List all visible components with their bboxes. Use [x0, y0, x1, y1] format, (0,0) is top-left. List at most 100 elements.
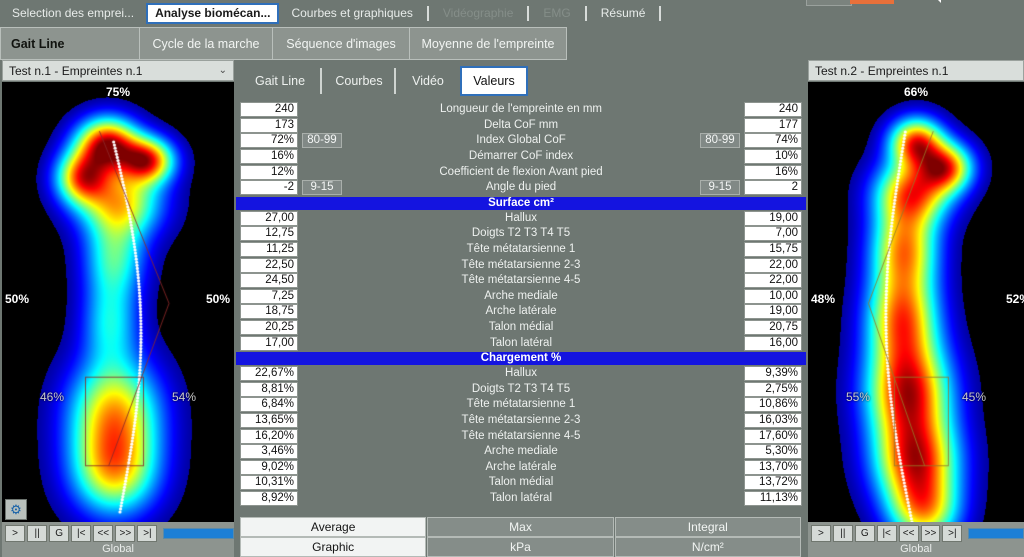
top-tab-bar: Selection des emprei... Analyse biomécan.… [0, 0, 1024, 26]
left-rewind-button[interactable]: << [93, 525, 114, 542]
left-value-doigts-t2-t3-t4-t5[interactable]: 8,81% [240, 381, 298, 397]
right-pause-button[interactable]: || [832, 525, 853, 542]
left-pause-button[interactable]: || [27, 525, 48, 542]
table-row: 22,67% Hallux 9,39% [236, 366, 806, 382]
top-tab-analyse-biom-can[interactable]: Analyse biomécan... [146, 2, 280, 24]
right-pressure-map[interactable]: 66% 48% 52% 55% 45% 34% [808, 82, 1024, 557]
bottom-button-n-cm[interactable]: N/cm² [614, 537, 801, 557]
left-play-button[interactable]: > [5, 525, 26, 542]
gait-analysis-window: Selection des emprei... Analyse biomécan.… [0, 0, 1024, 557]
left-value-tete-metatarsienne-4-5[interactable]: 16,20% [240, 428, 298, 444]
left-value-talon-medial[interactable]: 10,31% [240, 475, 298, 491]
right-last-button[interactable]: >| [942, 525, 963, 542]
left-pct-mid-left: 50% [5, 292, 30, 306]
right-value-doigts-t2-t3-t4-t5[interactable]: 2,75% [744, 381, 802, 397]
right-value-talon-medial[interactable]: 20,75 [744, 320, 802, 336]
center-tab-gait-line[interactable]: Gait Line [244, 66, 316, 96]
right-value-angle-du-pied[interactable]: 2 [744, 180, 802, 196]
sub-tab-moyenne-de-l-empreinte[interactable]: Moyenne de l'empreinte [409, 27, 567, 60]
table-row: 12% Coefficient de flexion Avant pied 16% [236, 164, 806, 180]
left-value-talon-medial[interactable]: 20,25 [240, 320, 298, 336]
top-tab-r-sum[interactable]: Résumé [593, 3, 654, 24]
right-rewind-button[interactable]: << [898, 525, 919, 542]
left-pressure-map[interactable]: 75% 50% 50% 46% 54% 25% [2, 82, 234, 557]
left-value-arche-laterale[interactable]: 9,02% [240, 459, 298, 475]
right-value-tete-metatarsienne-1[interactable]: 10,86% [744, 397, 802, 413]
left-last-button[interactable]: >| [137, 525, 158, 542]
gear-icon[interactable]: ⚙ [5, 499, 27, 520]
left-value-doigts-t2-t3-t4-t5[interactable]: 12,75 [240, 226, 298, 242]
right-value-talon-lateral[interactable]: 11,13% [744, 490, 802, 506]
right-play-button[interactable]: > [811, 525, 831, 542]
left-value-talon-lateral[interactable]: 8,92% [240, 490, 298, 506]
left-value-tete-metatarsienne-1[interactable]: 6,84% [240, 397, 298, 413]
left-first-button[interactable]: |< [71, 525, 92, 542]
left-value-delta-cof-mm[interactable]: 173 [240, 117, 298, 133]
left-value-arche-mediale[interactable]: 3,46% [240, 444, 298, 460]
bottom-button-average[interactable]: Average [240, 517, 427, 537]
left-value-hallux[interactable]: 22,67% [240, 366, 298, 382]
section-header-chargement: Chargement % [236, 351, 806, 365]
right-value-arche-laterale[interactable]: 13,70% [744, 459, 802, 475]
right-value-delta-cof-mm[interactable]: 177 [744, 117, 802, 133]
left-forward-button[interactable]: >> [115, 525, 136, 542]
right-value-tete-metatarsienne-4-5[interactable]: 22,00 [744, 273, 802, 289]
bottom-button-max[interactable]: Max [427, 517, 614, 537]
center-tab-valeurs[interactable]: Valeurs [460, 66, 528, 96]
right-value-tete-metatarsienne-2-3[interactable]: 16,03% [744, 412, 802, 428]
bottom-button-graphic[interactable]: Graphic [240, 537, 427, 557]
toolbar-orange-button[interactable] [850, 0, 894, 4]
left-value-talon-lateral[interactable]: 17,00 [240, 335, 298, 351]
left-value-tete-metatarsienne-2-3[interactable]: 13,65% [240, 412, 298, 428]
top-tab-emg: EMG [543, 5, 571, 20]
right-value-coefficient-de-flexion-avant-pied[interactable]: 16% [744, 164, 802, 180]
right-value-talon-medial[interactable]: 13,72% [744, 475, 802, 491]
left-value-index-global-cof[interactable]: 72% [240, 133, 298, 149]
left-playback-controls: ⚙ > || G |< << >> >| Global [2, 499, 235, 557]
toolbar-gray-button[interactable] [806, 0, 852, 6]
left-test-selector[interactable]: Test n.1 - Empreintes n.1 ⌄ [2, 60, 234, 81]
right-value-doigts-t2-t3-t4-t5[interactable]: 7,00 [744, 226, 802, 242]
left-value-longueur-de-l-empreinte-en-mm[interactable]: 240 [240, 102, 298, 118]
center-tab-courbes[interactable]: Courbes [326, 66, 392, 96]
right-value-arche-mediale[interactable]: 5,30% [744, 444, 802, 460]
left-value-arche-laterale[interactable]: 18,75 [240, 304, 298, 320]
center-tab-video[interactable]: Vidéo [400, 66, 456, 96]
left-value-hallux[interactable]: 27,00 [240, 210, 298, 226]
sub-tab-sequence-d-images[interactable]: Séquence d'images [272, 27, 410, 60]
sub-tab-cycle-de-la-marche[interactable]: Cycle de la marche [139, 27, 273, 60]
left-value-demarrer-cof-index[interactable]: 16% [240, 149, 298, 165]
left-progress-bar[interactable] [163, 528, 235, 539]
row-label-talon-medial: Talon médial [488, 476, 554, 489]
left-value-tete-metatarsienne-2-3[interactable]: 22,50 [240, 257, 298, 273]
right-value-demarrer-cof-index[interactable]: 10% [744, 149, 802, 165]
bottom-button-kpa[interactable]: kPa [427, 537, 614, 557]
right-first-button[interactable]: |< [876, 525, 897, 542]
right-value-tete-metatarsienne-1[interactable]: 15,75 [744, 242, 802, 258]
right-test-selector[interactable]: Test n.2 - Empreintes n.1 [808, 60, 1024, 81]
top-tab-courbes-et-graphiques[interactable]: Courbes et graphiques [283, 3, 420, 24]
right-value-arche-mediale[interactable]: 10,00 [744, 288, 802, 304]
left-value-arche-mediale[interactable]: 7,25 [240, 288, 298, 304]
left-value-angle-du-pied[interactable]: -2 [240, 180, 298, 196]
right-value-hallux[interactable]: 9,39% [744, 366, 802, 382]
left-value-tete-metatarsienne-1[interactable]: 11,25 [240, 242, 298, 258]
right-value-hallux[interactable]: 19,00 [744, 210, 802, 226]
sub-tab-gait-line[interactable]: Gait Line [0, 27, 140, 60]
right-forward-button[interactable]: >> [920, 525, 941, 542]
right-value-talon-lateral[interactable]: 16,00 [744, 335, 802, 351]
left-value-tete-metatarsienne-4-5[interactable]: 24,50 [240, 273, 298, 289]
right-value-longueur-de-l-empreinte-en-mm[interactable]: 240 [744, 102, 802, 118]
right-value-tete-metatarsienne-4-5[interactable]: 17,60% [744, 428, 802, 444]
right-value-tete-metatarsienne-2-3[interactable]: 22,00 [744, 257, 802, 273]
right-value-index-global-cof[interactable]: 74% [744, 133, 802, 149]
row-label-arche-laterale: Arche latérale [485, 460, 557, 473]
top-tab-selection-des-emprei[interactable]: Selection des emprei... [4, 3, 142, 24]
right-global-button[interactable]: G [854, 525, 875, 542]
right-progress-bar[interactable] [968, 528, 1024, 539]
left-global-button[interactable]: G [49, 525, 70, 542]
left-value-coefficient-de-flexion-avant-pied[interactable]: 12% [240, 164, 298, 180]
left-pct-top: 75% [105, 85, 131, 99]
right-value-arche-laterale[interactable]: 19,00 [744, 304, 802, 320]
bottom-button-integral[interactable]: Integral [614, 517, 801, 537]
